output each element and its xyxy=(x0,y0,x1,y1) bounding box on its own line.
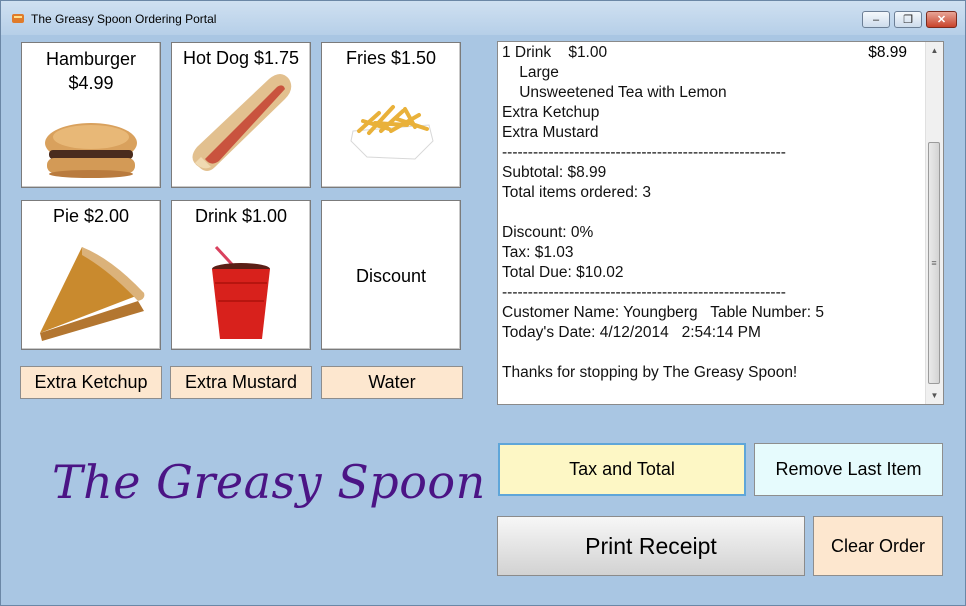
drink-cup-icon xyxy=(212,245,270,339)
menu-item-label: Drink $1.00 xyxy=(194,206,288,226)
receipt-line: Total Due: $10.02 xyxy=(502,264,624,281)
receipt-lines: 1 Drink $1.00 Large Unsweetened Tea with… xyxy=(502,43,927,383)
menu-item-label: Fries $1.50 xyxy=(345,48,437,68)
receipt-line: Total items ordered: 3 xyxy=(502,184,652,201)
title-bar[interactable]: The Greasy Spoon Ordering Portal – ❐ ✕ xyxy=(1,1,965,35)
scroll-thumb[interactable]: ≡ xyxy=(928,142,940,384)
hotdog-icon xyxy=(192,74,292,171)
receipt-textbox[interactable]: 1 Drink $1.00 Large Unsweetened Tea with… xyxy=(497,41,944,405)
menu-item-hotdog[interactable]: Hot Dog $1.75 xyxy=(171,42,311,188)
fries-icon xyxy=(350,105,434,160)
receipt-line xyxy=(502,203,927,223)
logo-text: The Greasy Spoon xyxy=(52,455,486,509)
extra-ketchup-button[interactable]: Extra Ketchup xyxy=(20,366,162,399)
close-button[interactable]: ✕ xyxy=(926,11,957,28)
menu-item-fries[interactable]: Fries $1.50 xyxy=(321,42,461,188)
receipt-line: ----------------------------------------… xyxy=(502,144,786,161)
receipt-line: Unsweetened Tea with Lemon xyxy=(502,84,727,101)
receipt-line: Today's Date: 4/12/2014 2:54:14 PM xyxy=(502,324,761,341)
discount-button[interactable]: Discount xyxy=(321,200,461,350)
scroll-down-icon[interactable]: ▼ xyxy=(926,387,943,404)
receipt-line xyxy=(502,343,927,363)
remove-last-item-button[interactable]: Remove Last Item xyxy=(754,443,943,496)
receipt-line: Extra Ketchup xyxy=(502,104,600,121)
minimize-button[interactable]: – xyxy=(862,11,890,28)
maximize-button[interactable]: ❐ xyxy=(894,11,922,28)
tax-and-total-button[interactable]: Tax and Total xyxy=(498,443,746,496)
hamburger-icon xyxy=(45,123,137,178)
receipt-line: Large xyxy=(502,64,559,81)
scroll-up-icon[interactable]: ▲ xyxy=(926,42,943,59)
receipt-line: Thanks for stopping by The Greasy Spoon! xyxy=(502,364,798,381)
clear-order-button[interactable]: Clear Order xyxy=(813,516,943,576)
receipt-scrollbar[interactable]: ▲ ≡ ▼ xyxy=(925,42,943,404)
receipt-line: Customer Name: Youngberg Table Number: 5 xyxy=(502,304,824,321)
receipt-line: Extra Mustard xyxy=(502,124,599,141)
discount-label: Discount xyxy=(355,266,427,286)
receipt-price: $8.99 xyxy=(868,44,907,61)
receipt-line: ----------------------------------------… xyxy=(502,284,786,301)
menu-item-hamburger[interactable]: Hamburger $4.99 xyxy=(21,42,161,188)
app-icon xyxy=(12,14,24,23)
menu-item-label: Hamburger $4.99 xyxy=(45,49,137,93)
window-title: The Greasy Spoon Ordering Portal xyxy=(31,12,217,26)
menu-item-drink[interactable]: Drink $1.00 xyxy=(171,200,311,350)
receipt-line: Tax: $1.03 xyxy=(502,244,574,261)
receipt-line: 1 Drink $1.00 xyxy=(502,44,608,61)
menu-item-pie[interactable]: Pie $2.00 xyxy=(21,200,161,350)
water-button[interactable]: Water xyxy=(321,366,463,399)
receipt-line: Discount: 0% xyxy=(502,224,594,241)
extra-mustard-button[interactable]: Extra Mustard xyxy=(170,366,312,399)
print-receipt-button[interactable]: Print Receipt xyxy=(497,516,805,576)
receipt-line: Subtotal: $8.99 xyxy=(502,164,607,181)
pie-icon xyxy=(40,247,145,341)
menu-item-label: Pie $2.00 xyxy=(52,206,130,226)
